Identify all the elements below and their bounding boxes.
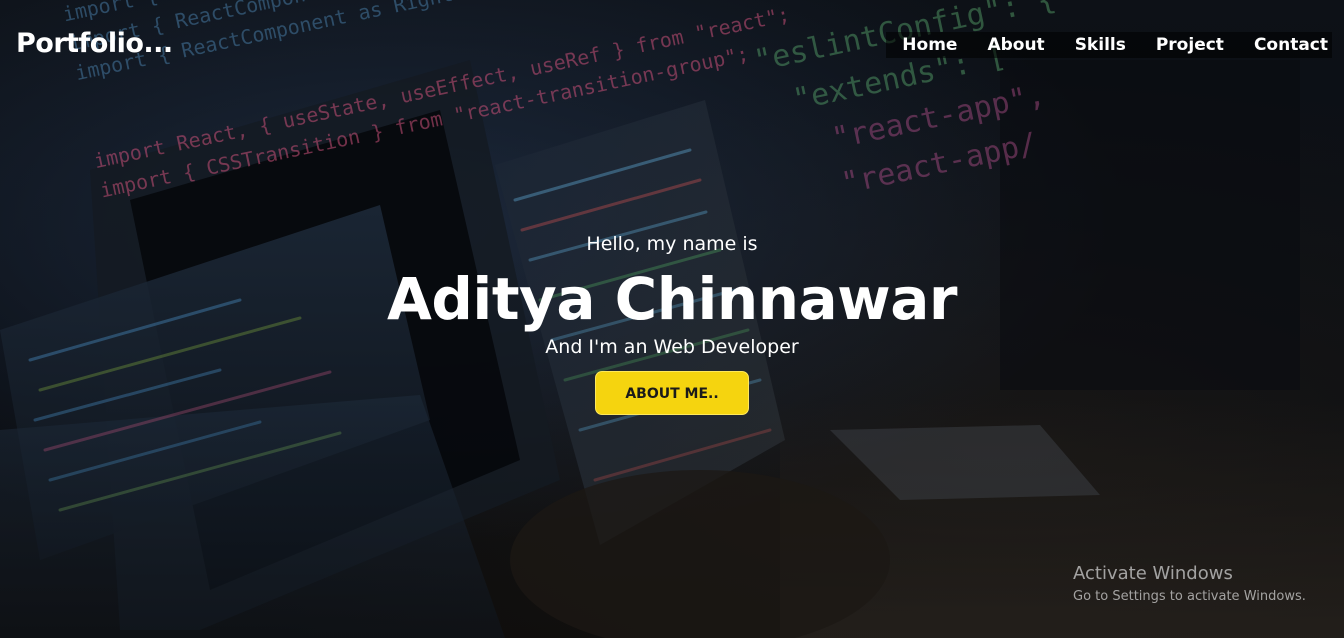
nav-link-contact[interactable]: Contact: [1254, 35, 1328, 55]
watermark-subtitle: Go to Settings to activate Windows.: [1073, 589, 1306, 604]
nav-link-about[interactable]: About: [987, 35, 1044, 55]
nav-link-project[interactable]: Project: [1156, 35, 1224, 55]
nav-link-home[interactable]: Home: [902, 35, 957, 55]
hero-role: And I'm an Web Developer: [545, 336, 799, 358]
nav-links: Home About Skills Project Contact: [886, 32, 1332, 58]
about-me-button[interactable]: ABOUT ME..: [595, 371, 749, 415]
hero-content: Hello, my name is Aditya Chinnawar And I…: [0, 225, 1344, 415]
navbar: Portfolio... Home About Skills Project C…: [0, 0, 1344, 90]
activate-windows-watermark: Activate Windows Go to Settings to activ…: [1073, 563, 1306, 607]
site-logo[interactable]: Portfolio...: [16, 28, 173, 59]
hero-greeting: Hello, my name is: [586, 233, 758, 255]
nav-link-skills[interactable]: Skills: [1075, 35, 1126, 55]
watermark-title: Activate Windows: [1073, 563, 1233, 584]
hero-name: Aditya Chinnawar: [387, 265, 957, 333]
hero-section: import { ReactComponent as ArrowIcon } f…: [0, 0, 1344, 638]
